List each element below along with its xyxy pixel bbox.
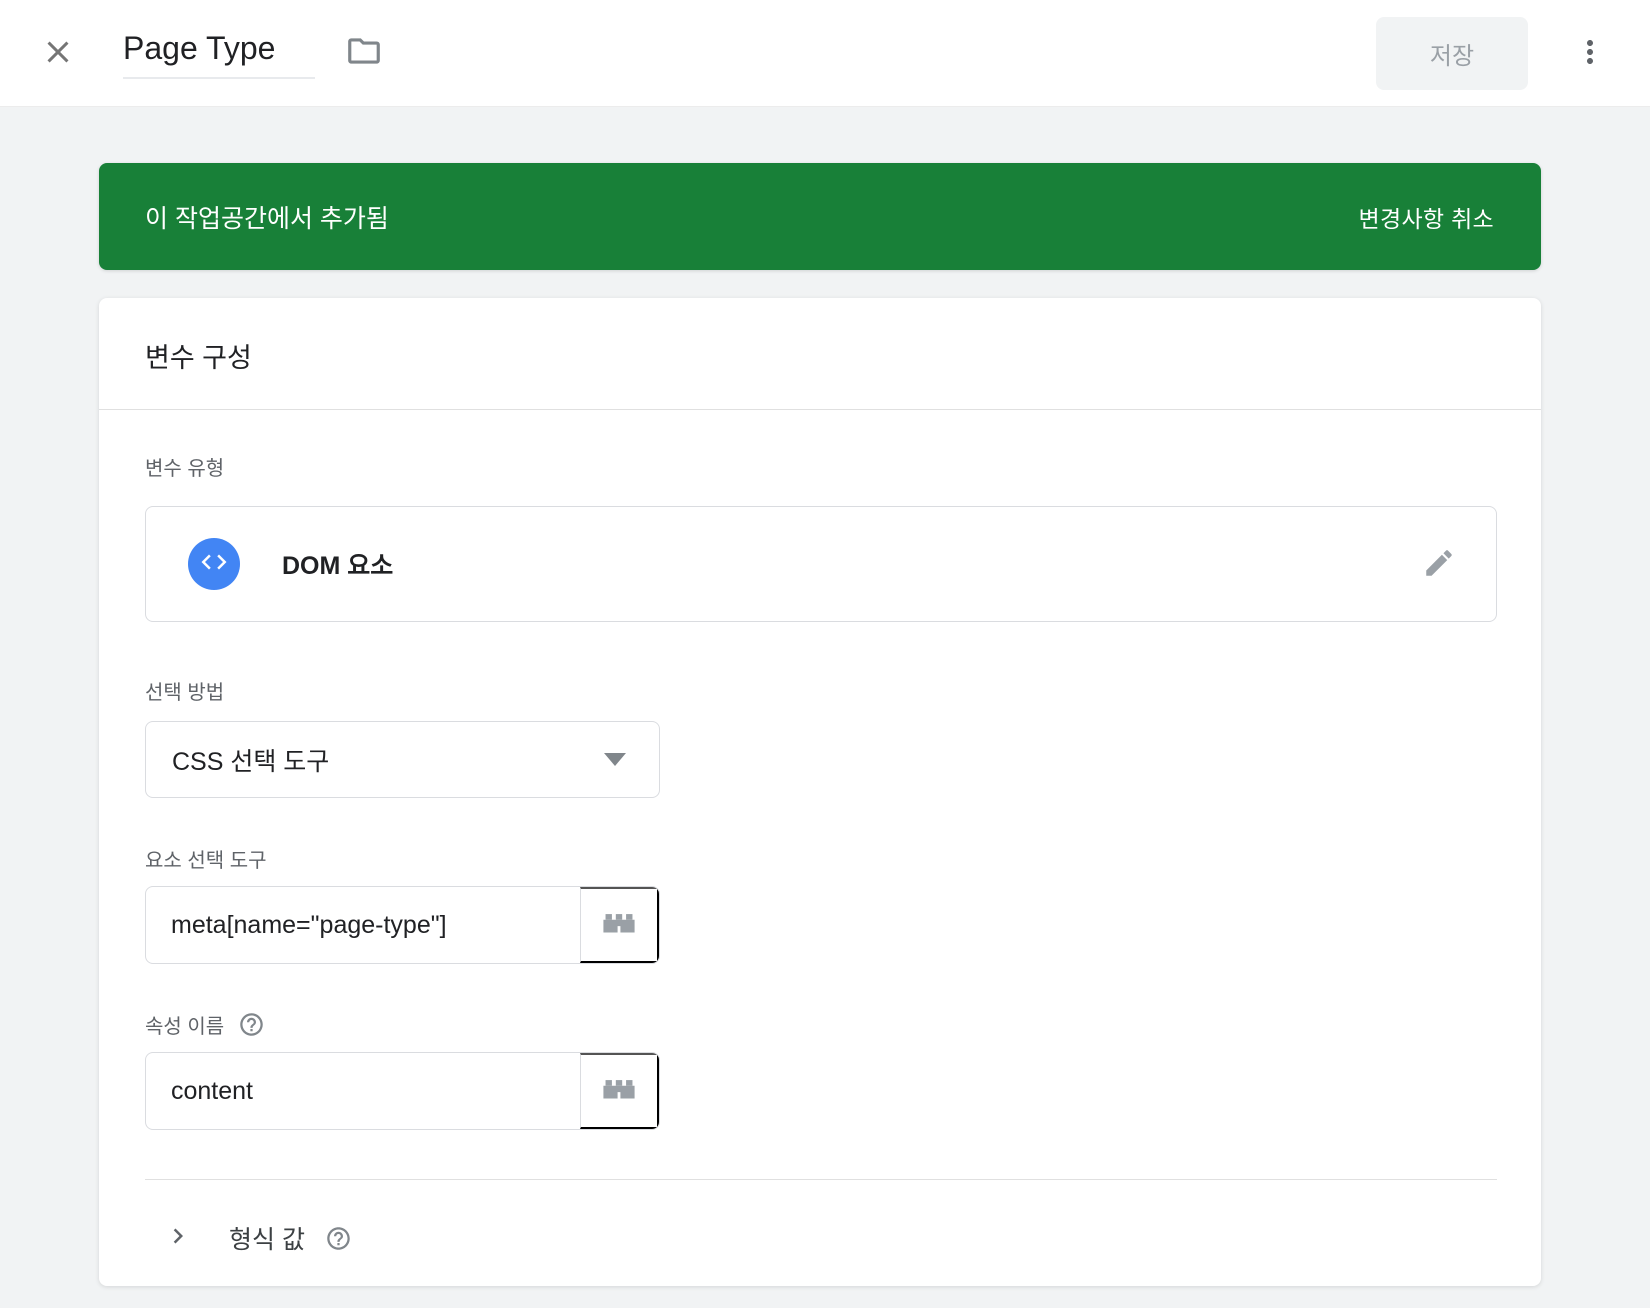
card-header: 변수 구성 <box>99 298 1541 410</box>
kebab-menu-icon <box>1572 34 1608 73</box>
variable-title-input[interactable]: Page Type <box>123 27 315 78</box>
caret-down-icon <box>604 753 626 766</box>
variable-type-value: DOM 요소 <box>282 546 393 582</box>
attribute-name-group <box>145 1052 660 1130</box>
dom-element-type-badge <box>188 538 240 590</box>
more-menu-button[interactable] <box>1572 34 1608 73</box>
lego-brick-icon <box>599 1073 639 1110</box>
element-selector-group <box>145 886 660 964</box>
folder-icon <box>345 32 383 73</box>
insert-variable-button-selector[interactable] <box>580 887 659 963</box>
insert-variable-button-attribute[interactable] <box>580 1053 659 1129</box>
attribute-name-label: 속성 이름 <box>145 1010 224 1039</box>
format-value-help-icon[interactable] <box>325 1225 352 1252</box>
variable-type-label: 변수 유형 <box>145 452 1497 481</box>
edit-variable-type-button[interactable] <box>1422 546 1456 583</box>
selection-method-select[interactable]: CSS 선택 도구 <box>145 721 660 798</box>
code-brackets-icon <box>199 547 229 582</box>
workspace-banner: 이 작업공간에서 추가됨 변경사항 취소 <box>99 163 1541 270</box>
format-value-expander[interactable]: 형식 값 <box>145 1220 1497 1256</box>
selection-method-value: CSS 선택 도구 <box>172 742 329 778</box>
element-selector-label: 요소 선택 도구 <box>145 844 1497 873</box>
element-selector-input[interactable] <box>146 887 580 963</box>
close-button[interactable] <box>40 34 76 73</box>
folder-button[interactable] <box>345 32 383 73</box>
chevron-right-icon <box>163 1221 193 1256</box>
variable-config-card: 변수 구성 변수 유형 DOM 요소 선택 방법 <box>99 298 1541 1286</box>
attribute-name-input[interactable] <box>146 1053 580 1129</box>
close-icon <box>40 34 76 73</box>
discard-changes-button[interactable]: 변경사항 취소 <box>1353 199 1500 235</box>
variable-type-box[interactable]: DOM 요소 <box>145 506 1497 622</box>
format-value-label: 형식 값 <box>229 1220 305 1256</box>
lego-brick-icon <box>599 907 639 944</box>
save-button[interactable]: 저장 <box>1376 17 1528 90</box>
attribute-name-help-icon[interactable] <box>238 1011 265 1038</box>
workspace-banner-message: 이 작업공간에서 추가됨 <box>145 199 389 235</box>
selection-method-label: 선택 방법 <box>145 676 1497 705</box>
card-title: 변수 구성 <box>145 343 252 373</box>
top-bar: Page Type 저장 <box>0 0 1650 107</box>
main-content: 이 작업공간에서 추가됨 변경사항 취소 변수 구성 변수 유형 DOM 요소 <box>99 163 1541 1286</box>
pencil-icon <box>1422 546 1456 583</box>
section-divider <box>145 1179 1497 1180</box>
